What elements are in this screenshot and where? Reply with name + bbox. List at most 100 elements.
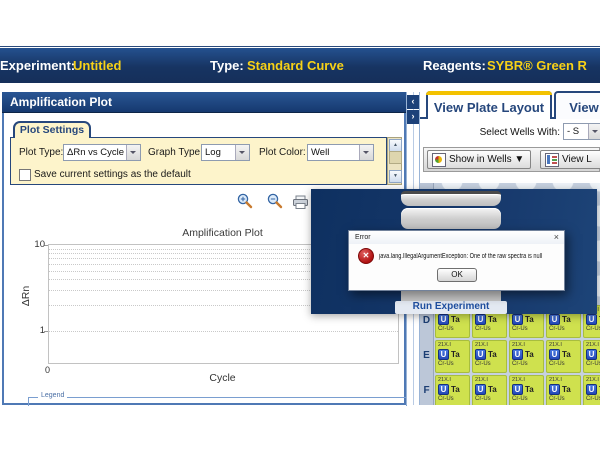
save-default-label: Save current settings as the default [34, 169, 191, 180]
unknown-sample-icon: U [512, 349, 523, 360]
unknown-sample-icon: U [586, 384, 597, 395]
error-message: java.lang.IllegalArgumentException: One … [379, 253, 526, 260]
well-target: Ta [562, 350, 571, 359]
print-icon[interactable] [292, 195, 310, 213]
y-axis-tick-10: 10 [27, 239, 45, 250]
show-in-wells-button[interactable]: Show in Wells ▼ [427, 150, 531, 169]
unknown-sample-icon: U [475, 349, 486, 360]
well-sample-name: 21X.I [473, 376, 506, 383]
plate-well[interactable]: 21X.IUTaCr-Us [435, 340, 470, 373]
well-target: Ta [488, 350, 497, 359]
zoom-out-icon[interactable] [266, 192, 284, 210]
unknown-sample-icon: U [586, 349, 597, 360]
plate-well[interactable]: 21X.IUTa Cr-Us [509, 340, 544, 373]
app-window: Experiment: Untitled Type: Standard Curv… [0, 0, 600, 450]
plot-type-value: ΔRn vs Cycle [64, 147, 126, 158]
well-target: Ta [488, 385, 497, 394]
instrument-graphic-middle [401, 208, 501, 229]
plate-well[interactable]: 21X.IUTaCr-Us [583, 340, 600, 373]
well-target: Ta [525, 350, 534, 359]
tab-view-well-table[interactable]: View [554, 91, 600, 119]
collapse-left-icon[interactable]: ‹ [407, 95, 419, 109]
plot-settings-scrollbar[interactable]: ▲ ▼ [387, 137, 402, 185]
well-target: Ta [562, 315, 571, 324]
plot-type-select[interactable]: ΔRn vs Cycle [63, 144, 141, 161]
unknown-sample-icon: U [438, 314, 449, 325]
ok-button[interactable]: OK [437, 268, 477, 282]
reagents-label: Reagents: [423, 58, 486, 73]
well-target: Ta [451, 315, 460, 324]
graph-type-select[interactable]: Log [201, 144, 250, 161]
gridline [49, 331, 398, 332]
well-bottom-text: Cr-Us [436, 326, 469, 333]
well-sample-name: 21X.I [584, 376, 600, 383]
show-in-wells-label: Show in Wells ▼ [449, 154, 524, 165]
select-wells-value: - S [564, 126, 588, 137]
x-axis-label: Cycle [48, 372, 397, 384]
plate-row-label: D [420, 315, 433, 326]
well-bottom-text: Cr-Us [510, 396, 543, 403]
view-legend-button[interactable]: View L [540, 150, 600, 169]
plate-well[interactable]: 21X.IUTaCr-Us [435, 375, 470, 405]
unknown-sample-icon: U [549, 314, 560, 325]
well-sample-name: 21X.I [547, 376, 580, 383]
scroll-down-icon[interactable]: ▼ [389, 170, 402, 183]
unknown-sample-icon: U [438, 349, 449, 360]
window-top-edge [0, 46, 600, 47]
well-bottom-text: Cr-Us [547, 326, 580, 333]
legend-box [28, 397, 407, 406]
well-target: Ta [451, 385, 460, 394]
plate-well[interactable]: 21X.IUTa Cr-Us [472, 340, 507, 373]
chevron-down-icon [588, 124, 600, 139]
chevron-down-icon [235, 145, 249, 160]
graph-type-label: Graph Type: [148, 147, 203, 158]
unknown-sample-icon: U [549, 349, 560, 360]
zoom-in-icon[interactable] [236, 192, 254, 210]
well-sample-name: 21X.I [436, 341, 469, 348]
well-bottom-text: Cr-Us [510, 361, 543, 368]
tab-view-plate-layout[interactable]: View Plate Layout [426, 91, 552, 119]
plate-well[interactable]: 21X.IUTaCr-Us [583, 375, 600, 405]
graph-type-value: Log [202, 147, 235, 158]
plate-well[interactable]: 21X.IUTaCr-Us [509, 375, 544, 405]
well-target: Ta [525, 315, 534, 324]
select-wells-dropdown[interactable]: - S [563, 123, 600, 140]
plot-color-value: Well [308, 147, 359, 158]
well-bottom-text: Cr-Us [584, 326, 600, 333]
run-experiment-label: Run Experiment [395, 301, 507, 314]
plate-well[interactable]: 21X.IUTaCr-Us [546, 340, 581, 373]
close-icon[interactable]: × [554, 233, 559, 242]
well-bottom-text: Cr-Us [510, 326, 543, 333]
unknown-sample-icon: U [475, 384, 486, 395]
chevron-down-icon [359, 145, 373, 160]
well-bottom-text: Cr-Us [473, 361, 506, 368]
expand-right-icon[interactable]: › [407, 110, 419, 124]
well-sample-name: 21X.I [584, 341, 600, 348]
well-sample-name: 21X.I [547, 341, 580, 348]
save-default-checkbox[interactable] [19, 169, 31, 181]
scrollbar-thumb[interactable] [389, 151, 402, 164]
well-sample-name: 21X.I [510, 341, 543, 348]
error-dialog: Error × ✕ java.lang.IllegalArgumentExcep… [348, 230, 565, 291]
experiment-header-bar: Experiment: Untitled Type: Standard Curv… [0, 48, 600, 83]
error-dialog-titlebar[interactable] [349, 231, 564, 244]
plot-color-select[interactable]: Well [307, 144, 374, 161]
experiment-value: Untitled [73, 58, 121, 73]
plate-well[interactable]: 21X.IUTaCr-Us [546, 375, 581, 405]
plate-row-label: E [420, 350, 433, 361]
type-label: Type: [210, 58, 244, 73]
well-sample-name: 21X.I [473, 341, 506, 348]
plot-type-label: Plot Type: [19, 147, 63, 158]
view-legend-label: View L [562, 154, 592, 165]
type-value: Standard Curve [247, 58, 344, 73]
unknown-sample-icon: U [586, 314, 597, 325]
well-bottom-text: Cr-Us [436, 361, 469, 368]
well-target: Ta [488, 315, 497, 324]
chevron-down-icon [126, 145, 140, 160]
plate-well[interactable]: 21X.IUTaCr-Us [472, 375, 507, 405]
y-axis-tick-1: 1 [27, 325, 45, 336]
select-wells-label: Select Wells With: [460, 127, 560, 138]
tab-plot-settings[interactable]: Plot Settings [13, 121, 91, 138]
wells-plate-icon [432, 153, 446, 167]
plot-color-label: Plot Color: [259, 147, 306, 158]
